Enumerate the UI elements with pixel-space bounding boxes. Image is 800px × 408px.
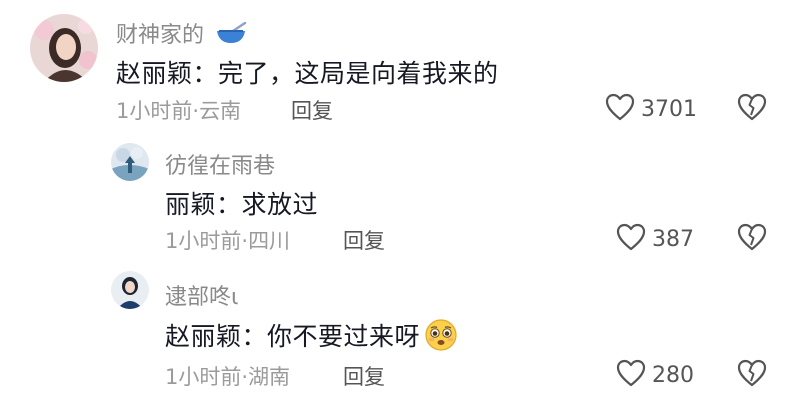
heart-icon: [605, 93, 635, 125]
comment-time: 1小时前: [165, 229, 242, 253]
comment-meta: 1小时前·云南: [116, 99, 242, 123]
comment-text: 丽颖：求放过: [165, 190, 319, 219]
comment-location: 云南: [199, 99, 242, 123]
reply-comment-item: 逮部咚ι 赵丽颖：你不要过来呀 1小时前·湖南 回复 280: [0, 268, 800, 408]
comment-text: 赵丽颖：完了，这局是向着我来的: [116, 59, 499, 88]
broken-heart-icon: [737, 359, 767, 391]
like-button[interactable]: 280: [616, 359, 694, 391]
comment-location: 湖南: [248, 365, 291, 389]
like-button[interactable]: 3701: [605, 93, 697, 125]
bowl-emoji-icon: [215, 21, 247, 50]
dislike-button[interactable]: [737, 223, 767, 255]
reply-comment-item: 彷徨在雨巷 丽颖：求放过 1小时前·四川 回复 387: [0, 135, 800, 265]
comment-item: 财神家的 赵丽颖：完了，这局是向着我来的 1小时前·云南 回复 3701: [0, 0, 800, 130]
like-button[interactable]: 387: [616, 223, 694, 255]
comment-time: 1小时前: [165, 365, 242, 389]
dislike-button[interactable]: [737, 359, 767, 391]
username[interactable]: 逮部咚ι: [165, 279, 238, 311]
reply-button[interactable]: 回复: [291, 95, 333, 125]
comment-location: 四川: [248, 229, 291, 253]
broken-heart-icon: [737, 93, 767, 125]
heart-icon: [616, 223, 646, 255]
comment-time: 1小时前: [116, 99, 193, 123]
like-count: 387: [652, 226, 694, 252]
dislike-button[interactable]: [737, 93, 767, 125]
like-count: 280: [652, 362, 694, 388]
avatar[interactable]: [30, 14, 98, 82]
username[interactable]: 财神家的: [116, 17, 247, 50]
username[interactable]: 彷徨在雨巷: [165, 148, 275, 180]
comment-meta: 1小时前·湖南: [165, 365, 291, 389]
comment-meta: 1小时前·四川: [165, 229, 291, 253]
like-count: 3701: [641, 96, 697, 122]
reply-button[interactable]: 回复: [343, 225, 385, 255]
avatar[interactable]: [111, 271, 149, 309]
broken-heart-icon: [737, 223, 767, 255]
pleading-face-emoji-icon: [424, 318, 458, 358]
heart-icon: [616, 359, 646, 391]
comment-text: 赵丽颖：你不要过来呀: [165, 317, 458, 358]
avatar[interactable]: [111, 143, 149, 181]
reply-button[interactable]: 回复: [343, 361, 385, 391]
